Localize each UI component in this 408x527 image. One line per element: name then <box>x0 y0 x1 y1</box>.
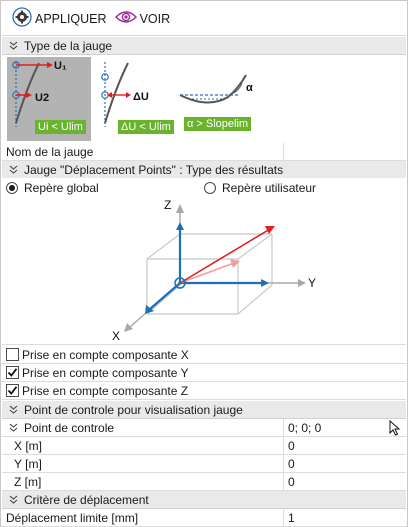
collapse-chevron-icon <box>2 165 24 174</box>
control-point-y-value[interactable]: 0 <box>284 455 406 472</box>
radio-label: Repère utilisateur <box>222 180 317 195</box>
apply-button[interactable]: APPLIQUER <box>8 6 111 32</box>
control-point-z-label: Z [m] <box>2 473 284 490</box>
axes-diagram: Z Y X <box>112 198 316 343</box>
gauge-tag: ΔU < Ulim <box>118 120 174 134</box>
control-point-z-value[interactable]: 0 <box>284 473 406 490</box>
section-control-point[interactable]: Point de controle pour visualisation jau… <box>2 401 406 419</box>
reference-radio-group: Repère global Repère utilisateur <box>2 178 406 197</box>
gauge-tag: α > Slopelim <box>184 117 252 131</box>
axis-label-x: X <box>112 329 120 343</box>
axis-label-y: Y <box>308 276 316 290</box>
radio-label: Repère global <box>24 180 99 195</box>
axis-label-z: Z <box>164 198 171 212</box>
gauge-label-alpha: α <box>246 82 253 94</box>
section-results-type[interactable]: Jauge "Déplacement Points" : Type des ré… <box>2 161 406 179</box>
control-point-row[interactable]: Point de controle 0; 0; 0 <box>2 419 406 437</box>
gauge-panel: APPLIQUER VOIR Type de la jauge U₁ U2 Ui… <box>0 0 408 527</box>
gauge-name-label: Nom de la jauge <box>2 143 284 160</box>
view-button[interactable]: VOIR <box>111 6 175 32</box>
radio-global-reference[interactable]: Repère global <box>6 181 99 195</box>
checkbox-label: Prise en compte composante X <box>22 347 189 362</box>
control-point-value[interactable]: 0; 0; 0 <box>284 419 406 436</box>
collapse-chevron-icon <box>2 495 24 504</box>
control-point-x-label: X [m] <box>2 437 284 454</box>
eye-icon <box>114 9 137 28</box>
gauge-label-u1: U₁ <box>54 60 67 72</box>
radio-icon <box>204 181 216 194</box>
control-point-y-label: Y [m] <box>2 455 284 472</box>
section-displacement-criterion[interactable]: Critère de déplacement <box>2 491 406 509</box>
expand-chevron-icon[interactable] <box>2 423 24 432</box>
axes-illustration: Z Y X <box>2 197 406 345</box>
displacement-limit-label: Déplacement limite [mm] <box>2 509 284 526</box>
collapse-chevron-icon <box>2 405 24 414</box>
section-title: Point de controle pour visualisation jau… <box>24 402 243 417</box>
section-gauge-type[interactable]: Type de la jauge <box>2 37 406 55</box>
gauge-option-ui-ulim[interactable]: U₁ U2 Ui < Ulim <box>7 57 91 141</box>
component-x-row[interactable]: Prise en compte composante X <box>2 346 406 364</box>
radio-icon <box>6 181 18 194</box>
radio-user-reference[interactable]: Repère utilisateur <box>204 181 316 195</box>
toolbar: APPLIQUER VOIR <box>2 2 406 36</box>
checkbox-label: Prise en compte composante Z <box>22 383 189 398</box>
checkbox-label: Prise en compte composante Y <box>22 365 189 380</box>
displacement-limit-value[interactable]: 1 <box>284 509 406 526</box>
control-point-y-row[interactable]: Y [m] 0 <box>2 455 406 473</box>
gauge-option-delta-u[interactable]: ΔU ΔU < Ulim <box>96 57 180 141</box>
section-title: Critère de déplacement <box>24 492 149 507</box>
gauge-name-row: Nom de la jauge <box>2 143 406 161</box>
gauge-tag: Ui < Ulim <box>35 120 86 134</box>
control-point-key: Point de controle <box>2 419 284 436</box>
gear-icon <box>12 7 32 30</box>
collapse-chevron-icon <box>2 41 24 50</box>
component-y-row[interactable]: Prise en compte composante Y <box>2 364 406 382</box>
gauge-type-selector: U₁ U2 Ui < Ulim ΔU ΔU < Ulim α α > Slope… <box>2 55 406 143</box>
control-point-label: Point de controle <box>24 420 115 435</box>
displacement-limit-row[interactable]: Déplacement limite [mm] 1 <box>2 509 406 527</box>
gauge-option-slope[interactable]: α α > Slopelim <box>178 57 274 141</box>
control-point-z-row[interactable]: Z [m] 0 <box>2 473 406 491</box>
control-point-x-row[interactable]: X [m] 0 <box>2 437 406 455</box>
checkbox-icon[interactable] <box>6 348 19 361</box>
section-title: Type de la jauge <box>24 38 113 53</box>
checkbox-checked-icon[interactable] <box>6 384 19 397</box>
gauge-label-delta-u: ΔU <box>133 91 149 103</box>
section-title: Jauge "Déplacement Points" : Type des ré… <box>24 162 284 177</box>
component-z-row[interactable]: Prise en compte composante Z <box>2 382 406 400</box>
gauge-label-u2: U2 <box>35 92 49 104</box>
view-label: VOIR <box>139 11 171 26</box>
checkbox-checked-icon[interactable] <box>6 366 19 379</box>
control-point-x-value[interactable]: 0 <box>284 437 406 454</box>
apply-label: APPLIQUER <box>35 11 107 26</box>
